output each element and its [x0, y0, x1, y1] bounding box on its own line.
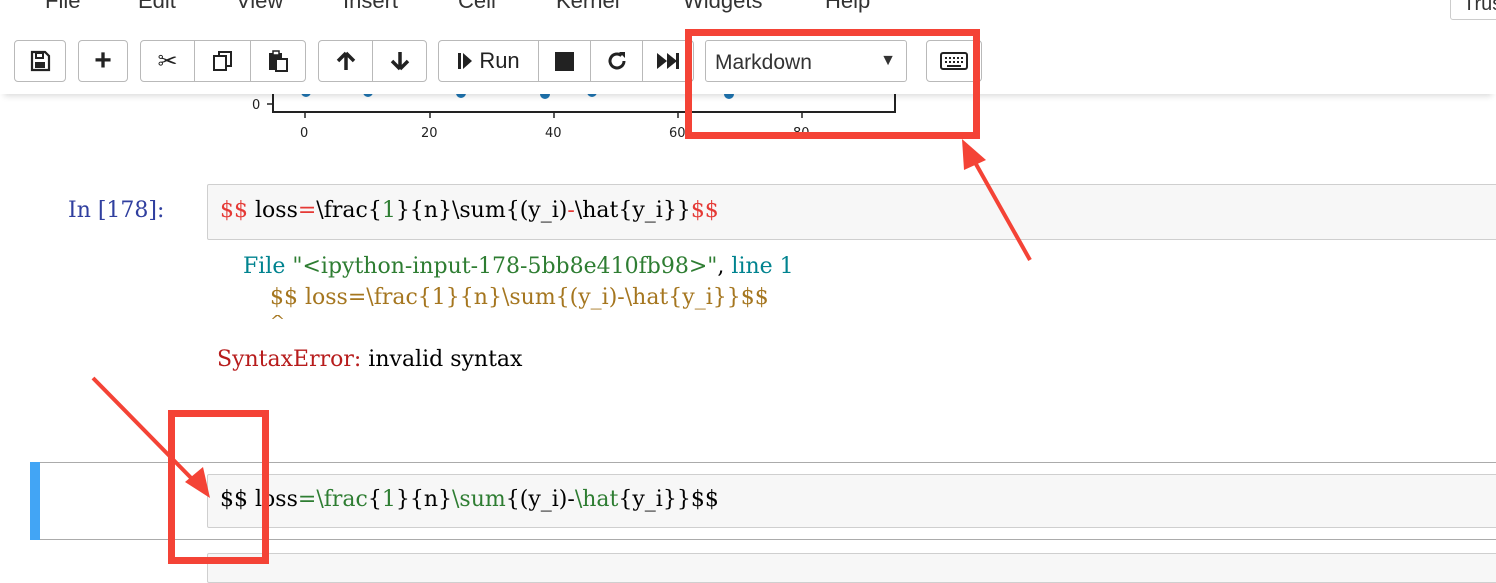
annotation-arrowhead	[185, 467, 210, 498]
annotation-arrows	[91, 139, 1032, 498]
annotation-arrowhead	[962, 139, 986, 170]
annotation-arrow-line	[970, 156, 1032, 261]
annotation-arrow-line	[91, 376, 200, 487]
